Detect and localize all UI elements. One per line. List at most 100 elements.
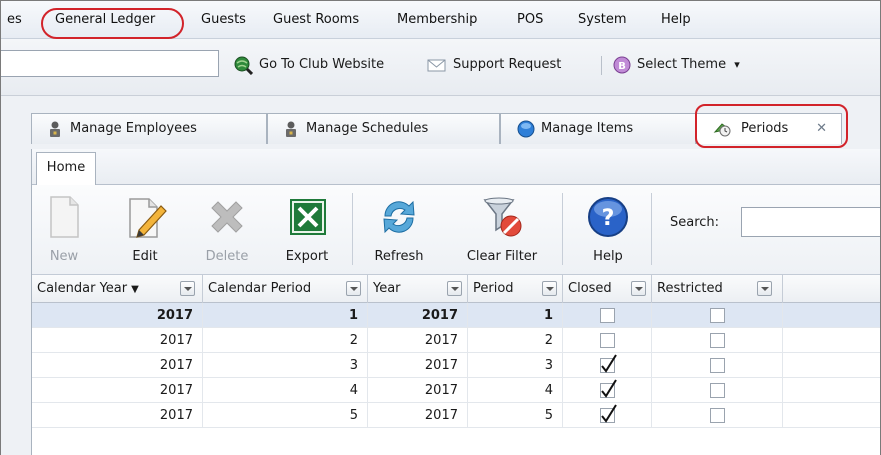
new-button[interactable]: New — [38, 185, 90, 275]
select-theme-dropdown[interactable]: B Select Theme ▾ — [613, 55, 740, 75]
user-lock-icon — [286, 121, 296, 137]
clear-filter-button[interactable]: Clear Filter — [454, 185, 550, 275]
column-header-period[interactable]: Period — [468, 275, 563, 303]
cell-period: 4 — [468, 378, 563, 403]
grid-header: Calendar Year ▼ Calendar Period Year Peri… — [32, 275, 880, 303]
cell-year: 2017 — [368, 403, 468, 428]
clear-filter-icon — [483, 197, 522, 237]
ribbon-tab-strip: Home — [32, 149, 880, 186]
closed-checkbox[interactable] — [600, 379, 617, 398]
excel-icon — [290, 199, 326, 235]
closed-checkbox[interactable] — [600, 404, 617, 423]
support-request-label: Support Request — [453, 57, 562, 72]
cell-restricted — [652, 378, 783, 403]
search-input[interactable] — [741, 207, 880, 237]
help-label: Help — [593, 249, 623, 264]
restricted-checkbox[interactable] — [710, 358, 725, 373]
checkmark-icon — [601, 404, 617, 423]
table-row[interactable]: 2017 2 2017 2 — [32, 328, 880, 353]
tab-manage-employees[interactable]: Manage Employees — [31, 113, 267, 144]
restricted-checkbox[interactable] — [710, 308, 725, 323]
table-row[interactable]: 2017 1 2017 1 — [32, 303, 880, 328]
menu-item-guests[interactable]: Guests — [201, 10, 246, 30]
menu-item-system[interactable]: System — [578, 10, 626, 30]
edit-button[interactable]: Edit — [122, 185, 168, 275]
periods-grid: Calendar Year ▼ Calendar Period Year Peri… — [32, 275, 880, 428]
cell-calendar-year: 2017 — [32, 303, 203, 328]
delete-x-icon — [211, 201, 243, 233]
cell-closed — [563, 353, 652, 378]
table-row[interactable]: 2017 4 2017 4 — [32, 378, 880, 403]
cell-calendar-period: 2 — [203, 328, 368, 353]
svg-text:?: ? — [602, 206, 615, 231]
cell-period: 2 — [468, 328, 563, 353]
column-title: Calendar Period — [208, 281, 312, 296]
column-title: Year — [373, 281, 401, 296]
closed-checkbox[interactable] — [600, 333, 615, 348]
highlight-periods-tab — [695, 104, 848, 148]
grid-body: 2017 1 2017 1 2017 2 2017 2 2017 3 2017 3 2017 4 2017 4… — [32, 303, 880, 428]
menu-item-membership[interactable]: Membership — [397, 10, 477, 30]
filter-dropdown-icon[interactable] — [447, 281, 462, 296]
column-title: Closed — [568, 281, 612, 296]
tab-manage-schedules[interactable]: Manage Schedules — [267, 113, 500, 144]
cell-restricted — [652, 353, 783, 378]
export-button[interactable]: Export — [278, 185, 336, 275]
refresh-icon — [383, 200, 415, 234]
cell-calendar-year: 2017 — [32, 378, 203, 403]
menu-item-guest-rooms[interactable]: Guest Rooms — [273, 10, 359, 30]
sort-descending-icon: ▼ — [131, 284, 139, 295]
address-input[interactable] — [1, 50, 219, 77]
delete-button[interactable]: Delete — [199, 185, 255, 275]
filter-dropdown-icon[interactable] — [542, 281, 557, 296]
column-title: Restricted — [657, 281, 723, 296]
closed-checkbox[interactable] — [600, 308, 615, 323]
menu-item-pos[interactable]: POS — [517, 10, 543, 30]
cell-calendar-period: 4 — [203, 378, 368, 403]
app-window: es General Ledger Guests Guest Rooms Mem… — [0, 0, 881, 455]
column-header-closed[interactable]: Closed — [563, 275, 652, 303]
table-row[interactable]: 2017 3 2017 3 — [32, 353, 880, 378]
envelope-icon — [427, 59, 446, 72]
cell-calendar-period: 1 — [203, 303, 368, 328]
help-button[interactable]: ? Help — [585, 185, 631, 275]
club-website-link[interactable]: Go To Club Website — [233, 55, 384, 75]
table-row[interactable]: 2017 5 2017 5 — [32, 403, 880, 428]
checkmark-icon — [601, 354, 617, 373]
column-header-year[interactable]: Year — [368, 275, 468, 303]
menu-item-partial[interactable]: es — [7, 10, 22, 30]
refresh-button[interactable]: Refresh — [367, 185, 431, 275]
tab-label: Manage Employees — [70, 121, 197, 136]
clear-filter-label: Clear Filter — [466, 249, 538, 264]
restricted-checkbox[interactable] — [710, 408, 725, 423]
theme-icon: B — [613, 56, 631, 74]
restricted-checkbox[interactable] — [710, 383, 725, 398]
ribbon: New Edit Delete Export Refresh Clear Fil… — [32, 185, 880, 275]
restricted-checkbox[interactable] — [710, 333, 725, 348]
filter-dropdown-icon[interactable] — [180, 281, 195, 296]
menu-item-help[interactable]: Help — [661, 10, 691, 30]
search-label: Search: — [670, 215, 720, 230]
toolbar: Go To Club Website Support Request B Sel… — [1, 39, 880, 96]
svg-text:B: B — [618, 61, 626, 72]
cell-restricted — [652, 328, 783, 353]
tab-manage-items[interactable]: Manage Items — [500, 113, 696, 144]
filter-dropdown-icon[interactable] — [757, 281, 772, 296]
refresh-label: Refresh — [374, 249, 424, 264]
cell-year: 2017 — [368, 303, 468, 328]
toolbar-divider — [601, 56, 602, 75]
support-request-link[interactable]: Support Request — [427, 55, 561, 75]
filter-dropdown-icon[interactable] — [346, 281, 361, 296]
column-header-calendar-year[interactable]: Calendar Year ▼ — [32, 275, 203, 303]
column-header-restricted[interactable]: Restricted — [652, 275, 783, 303]
filter-dropdown-icon[interactable] — [631, 281, 646, 296]
cell-year: 2017 — [368, 378, 468, 403]
cell-calendar-year: 2017 — [32, 328, 203, 353]
closed-checkbox[interactable] — [600, 354, 617, 373]
cell-period: 5 — [468, 403, 563, 428]
ribbon-tab-home[interactable]: Home — [36, 152, 96, 186]
column-header-calendar-period[interactable]: Calendar Period — [203, 275, 368, 303]
chevron-down-icon: ▾ — [734, 58, 740, 71]
ribbon-divider — [651, 193, 652, 265]
new-label: New — [49, 249, 79, 264]
